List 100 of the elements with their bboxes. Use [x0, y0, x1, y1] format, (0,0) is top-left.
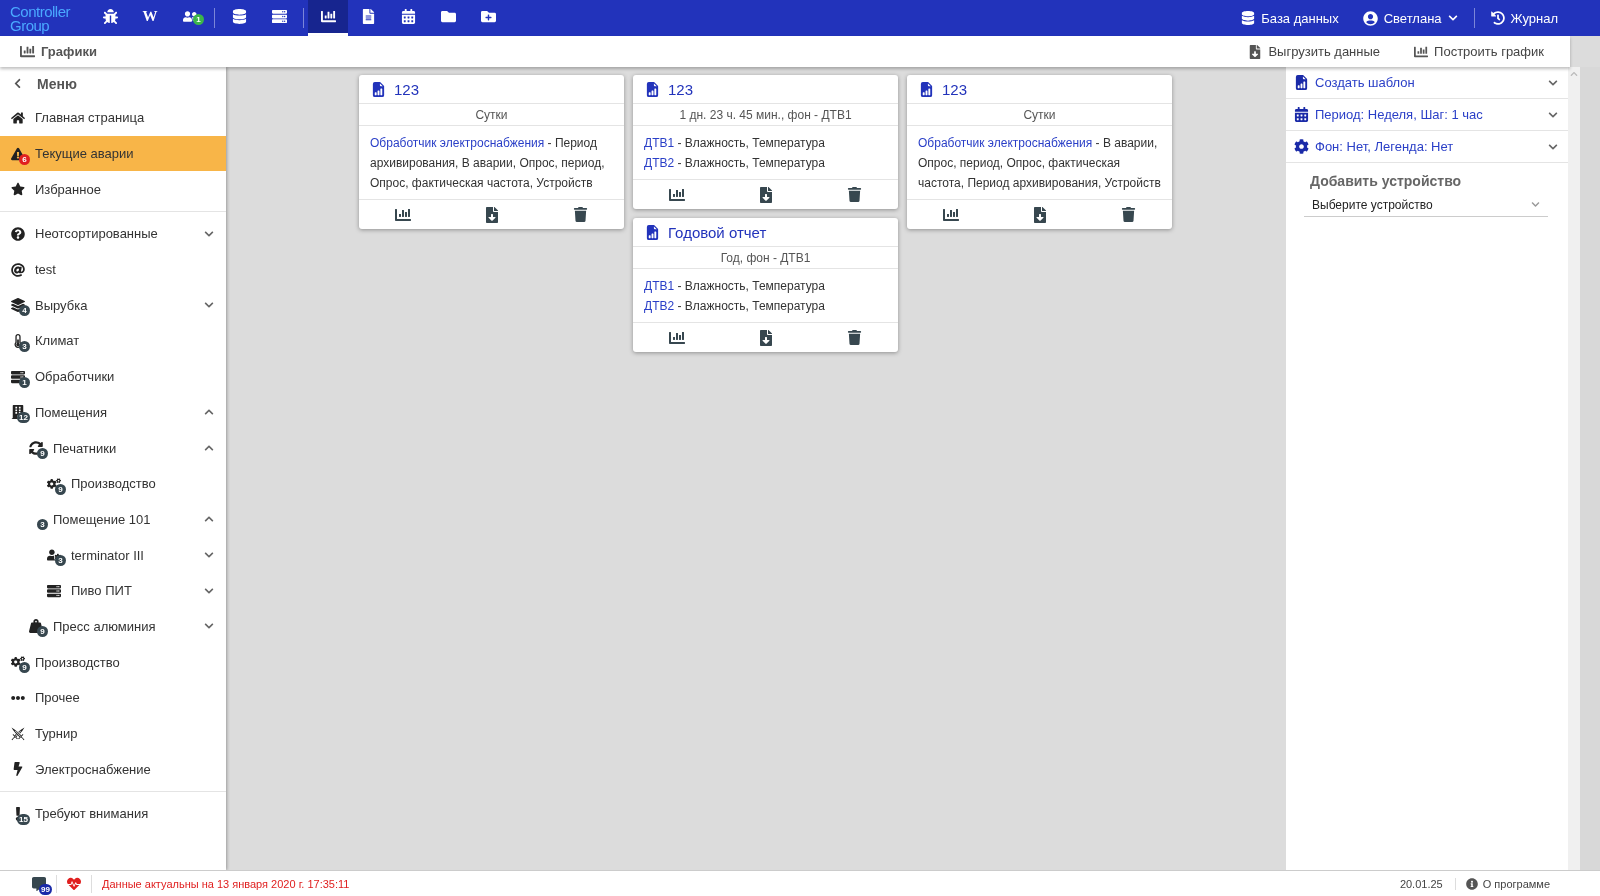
sidebar-item-label: terminator III — [71, 547, 145, 563]
count-badge: 9 — [19, 662, 30, 674]
journal-link[interactable]: Журнал — [1478, 0, 1570, 36]
sidebar-item-label: Текущие аварии — [35, 146, 135, 162]
series-description: ДТВ2 - Влажность, Температура — [644, 155, 826, 172]
chart-file-icon — [919, 81, 934, 97]
logo: Controller Group — [9, 3, 72, 33]
chevron-up-icon[interactable] — [204, 443, 214, 454]
sidebar-item-label: Печатники — [53, 440, 118, 456]
scrollbar[interactable] — [1568, 67, 1580, 870]
sidebar-item-label: Турнир — [35, 726, 79, 742]
card-title: 123 — [942, 80, 968, 98]
menu-back-button[interactable]: Меню — [0, 67, 226, 100]
sidebar-item[interactable]: 1 Обработчики — [0, 358, 226, 395]
sidebar-item[interactable]: 9 Печатники — [0, 430, 226, 466]
database-link[interactable]: База данных — [1229, 0, 1351, 36]
sidebar-item[interactable]: Турнир — [0, 715, 226, 752]
chevron-down-icon[interactable] — [204, 585, 214, 596]
sidebar-item[interactable]: 3 Помещение 101 — [0, 501, 226, 538]
sidebar-item[interactable]: 9 Пресс алюминия — [0, 608, 226, 645]
device-link[interactable]: ДТВ1 — [644, 136, 675, 150]
chevron-down-icon[interactable] — [204, 228, 214, 239]
sidebar-item[interactable]: 6 Текущие аварии — [0, 135, 226, 172]
chevron-up-icon[interactable] — [204, 514, 214, 525]
sidebar-item[interactable]: Электроснабжение — [0, 751, 226, 788]
chart-file-icon — [371, 81, 386, 97]
folder-icon — [440, 9, 456, 24]
sidebar-item[interactable]: 15 Требуют внимания — [0, 796, 226, 832]
wiki-button[interactable]: W — [130, 0, 170, 36]
sidebar-item[interactable]: Пиво ПИТ — [0, 572, 226, 609]
crossed-swords-icon — [11, 726, 25, 741]
status-text: Данные актуальны на 13 января 2020 г. 17:35:11 — [102, 877, 350, 890]
sidebar-item-label: Обработчики — [35, 369, 116, 385]
count-badge: 99 — [39, 883, 52, 895]
series-description: Обработчик электроснабжения - В аварии, Опрос, период, Опрос, фактическая частота, Период архивирования, Устройств — [918, 135, 1161, 192]
page-title: Графики — [41, 44, 97, 59]
settings-icon — [1294, 139, 1309, 154]
sidebar-item-label: Электроснабжение — [35, 761, 152, 777]
count-badge: 9 — [55, 483, 66, 495]
count-badge: 6 — [19, 153, 30, 165]
device-link[interactable]: Обработчик электроснабжения — [918, 136, 1093, 150]
cycle-icon — [29, 441, 43, 456]
count-badge: 9 — [37, 448, 48, 460]
about-button[interactable]: О программе — [1454, 877, 1560, 890]
chevron-up-icon[interactable] — [204, 407, 214, 418]
device-link[interactable]: ДТВ2 — [644, 156, 675, 170]
server-icon — [11, 369, 25, 384]
toolbar-button[interactable] — [308, 0, 348, 36]
card-subtitle: Год, фон - ДТВ1 — [633, 247, 898, 269]
sidebar-item[interactable]: Прочее — [0, 680, 226, 716]
chevron-down-icon — [1531, 200, 1540, 209]
chart-file-icon — [645, 224, 660, 240]
device-link[interactable]: ДТВ1 — [644, 279, 675, 293]
sidebar-item[interactable]: 9 Производство — [0, 465, 226, 502]
history-icon — [1490, 11, 1505, 25]
sidebar-item-label: test — [35, 262, 57, 278]
file-download-icon — [1248, 44, 1263, 59]
home-icon — [11, 110, 25, 125]
sidebar-item-label: Производство — [35, 654, 121, 670]
document-icon — [360, 9, 376, 24]
sidebar-item[interactable]: 12 Помещения — [0, 394, 226, 431]
sidebar-item-label: Вырубка — [35, 297, 89, 313]
bolt-icon — [11, 762, 25, 777]
server-icon — [47, 583, 61, 598]
section-heading: Добавить устройство — [1309, 172, 1463, 191]
database-icon — [1241, 11, 1256, 25]
date-text: 20.01.25 — [1398, 877, 1444, 890]
chart-file-icon — [1294, 75, 1309, 90]
chart-file-icon — [645, 81, 660, 97]
toolbar-action[interactable]: Выгрузить данные — [1242, 43, 1387, 60]
sidebar-item[interactable]: 3 Климат — [0, 323, 226, 359]
count-badge: 3 — [55, 555, 66, 567]
sidebar-item[interactable]: Неотсортированные — [0, 216, 226, 252]
count-badge: 3 — [19, 340, 30, 352]
count-badge: 9 — [37, 626, 48, 638]
count-badge: 1 — [19, 376, 30, 388]
sidebar-item-label: Помещения — [35, 404, 108, 420]
at-icon — [11, 262, 25, 277]
card-subtitle: Сутки — [359, 104, 624, 126]
card-subtitle: 1 дн. 23 ч. 45 мин., фон - ДТВ1 — [633, 104, 898, 126]
sidebar-item-label: Помещение 101 — [53, 511, 152, 527]
server-icon — [271, 9, 287, 24]
toolbar-action[interactable]: Построить график — [1408, 43, 1550, 60]
sidebar-item[interactable]: 9 Производство — [0, 644, 226, 680]
sidebar-item[interactable]: test — [0, 251, 226, 288]
sidebar-item[interactable]: 4 Вырубка — [0, 287, 226, 324]
user-menu[interactable]: Светлана — [1350, 0, 1470, 36]
sidebar-item[interactable]: Избранное — [0, 171, 226, 208]
question-icon — [11, 226, 25, 241]
sidebar-item-label: Прочее — [35, 690, 81, 706]
device-link[interactable]: ДТВ2 — [644, 299, 675, 313]
sidebar-item[interactable]: Главная страница — [0, 100, 226, 136]
sidebar-item[interactable]: 3 terminator III — [0, 537, 226, 573]
device-link[interactable]: Обработчик электроснабжения — [370, 136, 545, 150]
series-description: ДТВ2 - Влажность, Температура — [644, 298, 826, 315]
sidebar-item-label: Климат — [35, 333, 81, 349]
bar-chart-icon — [20, 44, 35, 59]
card-subtitle: Сутки — [907, 104, 1172, 126]
info-icon — [1465, 877, 1478, 890]
card-title: 123 — [668, 80, 694, 98]
